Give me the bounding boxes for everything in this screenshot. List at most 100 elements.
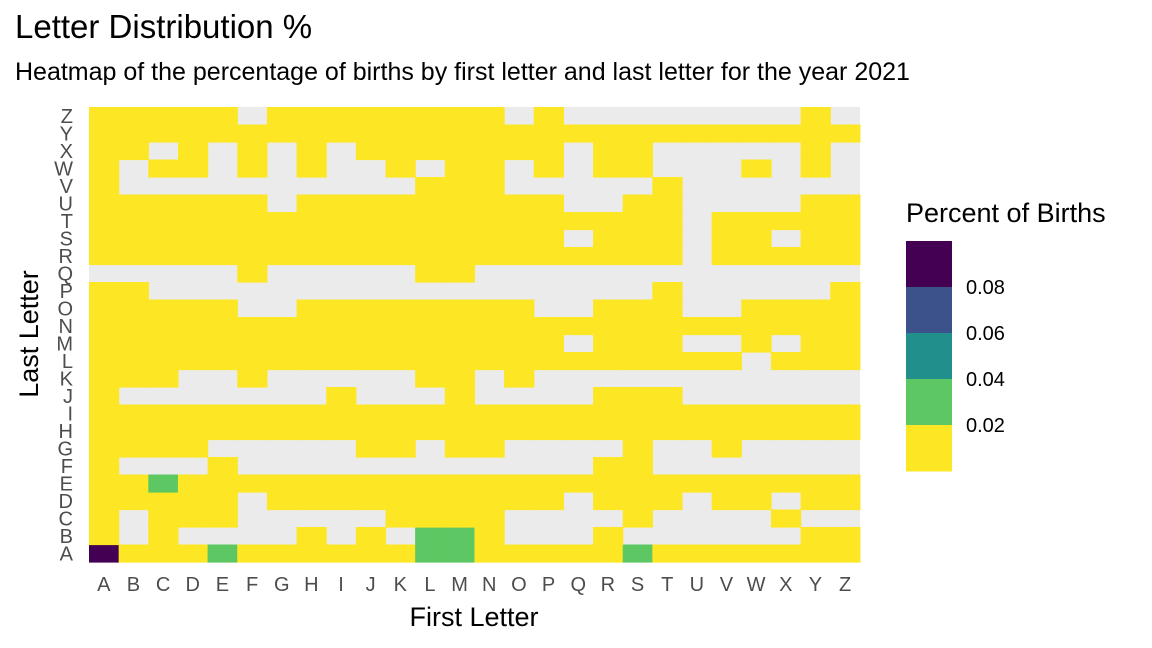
heatmap-cell-E-O [207,299,238,318]
heatmap-cell-F-X [237,142,268,161]
heatmap-cell-T-V [652,177,683,196]
heatmap-cell-P-W [533,159,564,178]
heatmap-cell-F-E [237,474,268,493]
heatmap-cell-M-M [444,334,476,353]
heatmap-cell-C-A [148,544,179,563]
heatmap-cell-P-I [533,404,564,423]
heatmap-cell-E-D [207,492,238,511]
heatmap-cell-J-G [355,439,387,458]
heatmap-cell-N-Y [474,124,505,143]
heatmap-cell-O-Y [504,124,535,143]
heatmap-cell-I-R [326,247,357,266]
heatmap-cell-J-X [355,142,387,161]
heatmap-cell-I-S [326,229,357,248]
heatmap-cell-W-Y [741,124,772,143]
heatmap-cell-N-G [474,439,505,458]
heatmap-cell-B-E [118,474,149,493]
heatmap-cell-O-S [504,229,535,248]
heatmap-cell-D-G [177,439,209,458]
heatmap-cell-K-T [385,212,416,231]
heatmap-cell-S-H [622,422,653,441]
heatmap-cell-O-L [504,352,535,371]
heatmap-cell-D-T [177,212,209,231]
heatmap-cell-Y-T [800,212,831,231]
heatmap-cell-D-A [177,544,209,563]
heatmap-cell-P-A [533,544,564,563]
heatmap-cell-O-E [504,474,535,493]
heatmap-cell-K-O [385,299,416,318]
heatmap-cell-R-J [593,387,624,406]
heatmap-cell-A-Z [89,107,120,126]
heatmap-cell-V-D [711,492,742,511]
heatmap-cell-I-M [326,334,357,353]
heatmap-cell-M-E [444,474,476,493]
heatmap-cell-T-E [652,474,683,493]
heatmap-cell-T-D [652,492,683,511]
heatmap-cell-X-Y [770,124,802,143]
heatmap-cell-O-H [504,422,535,441]
heatmap-cell-L-R [415,247,446,266]
heatmap-cell-G-H [266,422,298,441]
heatmap-cell-B-U [118,194,149,213]
heatmap-cell-S-Y [622,124,653,143]
heatmap-cell-K-A [385,544,416,563]
x-tick-label: H [304,574,318,596]
heatmap-cell-U-I [682,404,713,423]
heatmap-cell-K-S [385,229,416,248]
heatmap-cell-J-A [355,544,387,563]
heatmap-cell-Q-L [563,352,594,371]
heatmap-cell-B-N [118,317,149,336]
heatmap-cell-F-R [237,247,268,266]
heatmap-cell-R-L [593,352,624,371]
heatmap-cell-K-H [385,422,416,441]
heatmap-cell-A-T [89,212,120,231]
heatmap-cell-Q-H [563,422,594,441]
heatmap-cell-R-F [593,457,624,476]
heatmap-cell-D-R [177,247,209,266]
heatmap-cell-D-E [177,474,209,493]
heatmap-cell-T-T [652,212,683,231]
heatmap-cell-J-B [355,527,387,546]
heatmap-cell-A-X [89,142,120,161]
heatmap-cell-H-E [296,474,327,493]
x-tick-label: D [186,574,200,596]
heatmap-cell-D-W [177,159,209,178]
heatmap-cell-X-O [770,299,802,318]
legend-key-3 [906,379,952,426]
heatmap-cell-H-L [296,352,327,371]
heatmap-cell-C-Z [148,107,179,126]
heatmap-cell-X-H [770,422,802,441]
heatmap-cell-R-A [593,544,624,563]
heatmap-cell-X-I [770,404,802,423]
heatmap-cell-G-R [266,247,298,266]
heatmap-cell-R-S [593,229,624,248]
heatmap-cell-Y-M [800,334,831,353]
heatmap-cell-B-X [118,142,149,161]
x-tick-label: Q [570,574,586,596]
heatmap-cell-Y-Z [800,107,831,126]
heatmap-cell-X-N [770,317,802,336]
heatmap-cell-I-H [326,422,357,441]
heatmap-cell-W-I [741,404,772,423]
heatmap-cell-R-E [593,474,624,493]
x-tick-label: L [424,574,435,596]
heatmap-cell-S-X [622,142,653,161]
heatmap-cell-U-H [682,422,713,441]
heatmap-cell-A-A [89,544,120,563]
heatmap-cell-F-L [237,352,268,371]
heatmap-cell-E-A [207,544,238,563]
heatmap-cell-S-J [622,387,653,406]
heatmap-cell-E-N [207,317,238,336]
heatmap-cell-I-Z [326,107,357,126]
heatmap-cell-B-S [118,229,149,248]
heatmap-cell-C-M [148,334,179,353]
heatmap-cell-F-S [237,229,268,248]
x-tick-label: T [661,574,673,596]
heatmap-cell-M-S [444,229,476,248]
heatmap-cell-E-Z [207,107,238,126]
heatmap-cell-T-R [652,247,683,266]
heatmap-cell-N-C [474,509,505,528]
heatmap-cell-I-A [326,544,357,563]
heatmap-cell-C-S [148,229,179,248]
heatmap-cell-I-T [326,212,357,231]
